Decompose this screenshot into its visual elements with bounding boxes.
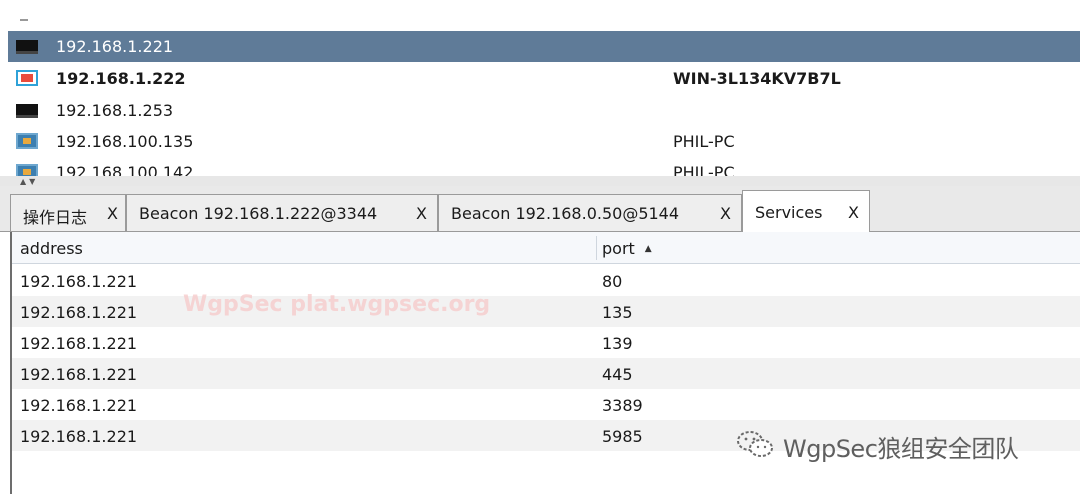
list-top-edge bbox=[20, 19, 28, 21]
windows-monitor-icon bbox=[16, 70, 38, 86]
wechat-watermark-text: WgpSec狼组安全团队 bbox=[783, 435, 1019, 463]
wechat-icon bbox=[737, 431, 773, 457]
split-arrows-icon[interactable]: ▲▼ bbox=[20, 178, 38, 186]
cell-port: 3389 bbox=[602, 396, 643, 415]
table-row[interactable]: 192.168.1.221 80 bbox=[12, 265, 1080, 296]
tab-beacon-0-50[interactable]: Beacon 192.168.0.50@5144 X bbox=[438, 194, 742, 231]
target-address: 192.168.100.135 bbox=[56, 132, 194, 151]
cell-port: 5985 bbox=[602, 427, 643, 446]
target-name: WIN-3L134KV7B7L bbox=[673, 69, 841, 88]
tab-event-log[interactable]: 操作日志 X bbox=[10, 194, 126, 231]
tab-close-button[interactable]: X bbox=[720, 204, 731, 223]
cell-address: 192.168.1.221 bbox=[20, 427, 138, 446]
table-row[interactable]: 192.168.1.221 3389 bbox=[12, 389, 1080, 420]
tab-label: Beacon 192.168.0.50@5144 bbox=[451, 204, 680, 223]
tab-beacon-1-222[interactable]: Beacon 192.168.1.222@3344 X bbox=[126, 194, 438, 231]
cell-port: 139 bbox=[602, 334, 633, 353]
target-name: PHIL-PC bbox=[673, 132, 735, 151]
tab-label: 操作日志 bbox=[23, 208, 88, 227]
tab-close-button[interactable]: X bbox=[848, 203, 859, 222]
sort-ascending-icon: ▲ bbox=[644, 244, 652, 254]
split-pane-divider[interactable] bbox=[0, 176, 1080, 186]
table-row[interactable]: 192.168.1.221 139 bbox=[12, 327, 1080, 358]
target-row[interactable]: 192.168.100.142 PHIL-PC bbox=[8, 157, 1080, 176]
column-header-address[interactable]: address bbox=[20, 239, 83, 258]
cell-port: 80 bbox=[602, 272, 623, 291]
black-monitor-icon bbox=[16, 40, 38, 54]
tab-label: Services bbox=[755, 203, 823, 222]
target-row[interactable]: 192.168.100.135 PHIL-PC bbox=[8, 126, 1080, 157]
table-row[interactable]: 192.168.1.221 135 bbox=[12, 296, 1080, 327]
target-address: 192.168.100.142 bbox=[56, 163, 194, 176]
target-row[interactable]: 192.168.1.221 bbox=[8, 31, 1080, 62]
pc-monitor-icon bbox=[16, 133, 38, 149]
black-monitor-icon bbox=[16, 104, 38, 118]
targets-table: 192.168.1.221 192.168.1.222 WIN-3L134KV7… bbox=[0, 0, 1080, 176]
cell-port: 135 bbox=[602, 303, 633, 322]
target-address: 192.168.1.253 bbox=[56, 101, 174, 120]
tab-bar: 操作日志 X Beacon 192.168.1.222@3344 X Beaco… bbox=[0, 186, 1080, 232]
column-divider[interactable] bbox=[596, 236, 597, 260]
cell-address: 192.168.1.221 bbox=[20, 303, 138, 322]
tab-label: Beacon 192.168.1.222@3344 bbox=[139, 204, 378, 223]
target-address: 192.168.1.222 bbox=[56, 69, 186, 88]
cell-address: 192.168.1.221 bbox=[20, 334, 138, 353]
column-header-port[interactable]: port ▲ bbox=[602, 239, 652, 258]
target-row[interactable]: 192.168.1.222 WIN-3L134KV7B7L bbox=[8, 63, 1080, 94]
pc-monitor-icon bbox=[16, 164, 38, 176]
table-row[interactable]: 192.168.1.221 445 bbox=[12, 358, 1080, 389]
target-address: 192.168.1.221 bbox=[56, 37, 174, 56]
target-row[interactable]: 192.168.1.253 bbox=[8, 95, 1080, 126]
table-header: address port ▲ bbox=[12, 232, 1080, 264]
cell-address: 192.168.1.221 bbox=[20, 365, 138, 384]
cell-address: 192.168.1.221 bbox=[20, 272, 138, 291]
tab-close-button[interactable]: X bbox=[416, 204, 427, 223]
cell-port: 445 bbox=[602, 365, 633, 384]
target-name: PHIL-PC bbox=[673, 163, 735, 176]
tab-services[interactable]: Services X bbox=[742, 190, 870, 232]
tab-close-button[interactable]: X bbox=[107, 204, 118, 223]
cell-address: 192.168.1.221 bbox=[20, 396, 138, 415]
site-watermark: WgpSec plat.wgpsec.org bbox=[183, 292, 491, 317]
